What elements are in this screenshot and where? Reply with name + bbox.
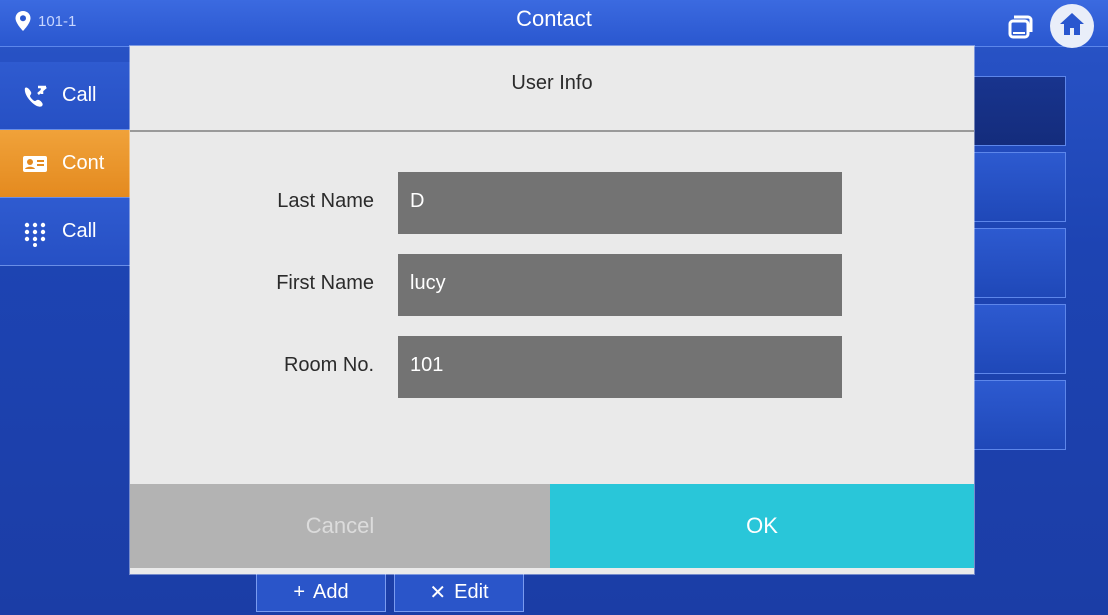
contact-toolbar: + Add ✕ Edit xyxy=(256,572,524,612)
home-icon xyxy=(1058,11,1086,42)
window-icon[interactable] xyxy=(1002,10,1036,44)
list-item[interactable] xyxy=(966,76,1066,146)
close-icon: ✕ xyxy=(429,581,447,604)
sidebar-item-label: Cont xyxy=(62,152,105,174)
call-log-icon xyxy=(22,85,48,107)
dialpad-icon xyxy=(22,221,48,247)
room-number-row: Room No. 101 xyxy=(130,336,974,398)
contact-list-area xyxy=(966,76,1066,456)
plus-icon: + xyxy=(293,580,306,603)
sidebar-item-dialpad[interactable]: Call xyxy=(0,198,140,266)
add-button[interactable]: + Add xyxy=(256,572,386,612)
home-button[interactable] xyxy=(1050,4,1094,48)
dialog-actions: Cancel OK xyxy=(130,484,974,574)
contact-card-icon xyxy=(22,153,48,175)
dialog-title: User Info xyxy=(511,72,593,94)
cancel-button[interactable]: Cancel xyxy=(130,484,550,568)
edit-label: Edit xyxy=(454,580,489,603)
sidebar: Call Cont Call xyxy=(0,62,140,266)
last-name-field[interactable]: D xyxy=(398,172,842,234)
first-name-field[interactable]: lucy xyxy=(398,254,842,316)
first-name-label: First Name xyxy=(276,272,374,294)
sidebar-item-call-log[interactable]: Call xyxy=(0,62,140,130)
ok-button[interactable]: OK xyxy=(550,484,974,568)
list-item[interactable] xyxy=(966,228,1066,298)
last-name-label: Last Name xyxy=(277,190,374,212)
user-info-dialog: User Info Last Name D First Name lucy Ro… xyxy=(130,46,974,574)
list-item[interactable] xyxy=(966,152,1066,222)
room-number-label: Room No. xyxy=(283,354,374,376)
list-item[interactable] xyxy=(966,380,1066,450)
sidebar-item-label: Call xyxy=(62,84,97,106)
room-number-field[interactable]: 101 xyxy=(398,336,842,398)
list-item[interactable] xyxy=(966,304,1066,374)
sidebar-item-label: Call xyxy=(62,220,97,242)
first-name-row: First Name lucy xyxy=(130,254,974,316)
dialog-divider xyxy=(130,130,974,132)
last-name-row: Last Name D xyxy=(130,172,974,234)
add-label: Add xyxy=(313,580,349,603)
edit-button[interactable]: ✕ Edit xyxy=(394,572,524,612)
top-bar: 101-1 Contact xyxy=(0,0,1108,48)
sidebar-item-contact[interactable]: Cont xyxy=(0,130,140,198)
page-title: Contact xyxy=(516,6,592,31)
